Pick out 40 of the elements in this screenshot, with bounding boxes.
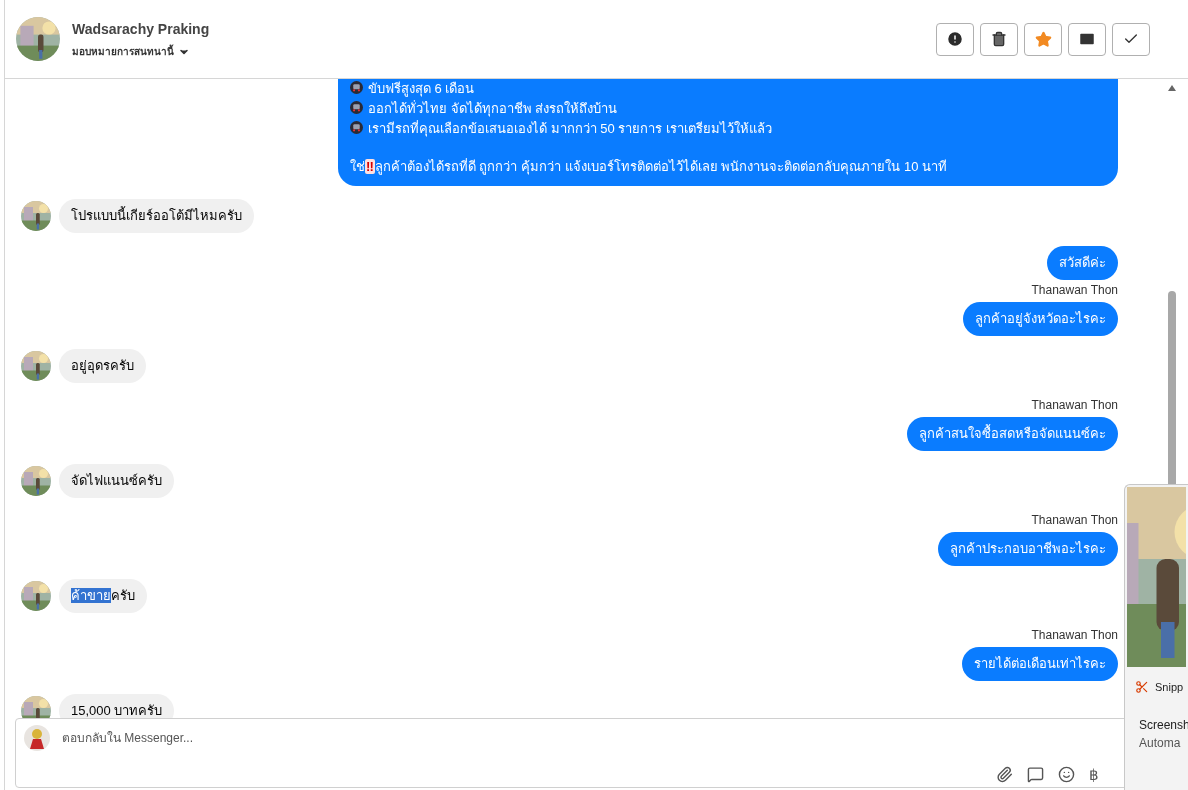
car-icon bbox=[350, 101, 363, 114]
message-line: ออกได้ทั่วไทย จัดได้ทุกอาชีพ ส่งรถให้ถึงบ้าน bbox=[350, 99, 1106, 119]
alert-icon bbox=[946, 30, 964, 48]
report-button[interactable] bbox=[936, 22, 974, 56]
message-text: รายได้ต่อเดือนเท่าไรคะ bbox=[974, 655, 1106, 674]
star-button[interactable] bbox=[1024, 22, 1062, 56]
emoji-icon[interactable] bbox=[1058, 766, 1075, 783]
message-text: จัดไฟแนนซ์ครับ bbox=[71, 472, 162, 491]
message-text: ค้าขายครับ bbox=[71, 587, 135, 606]
star-icon bbox=[1034, 30, 1052, 48]
message-text: ลูกค้าอยู่จังหวัดอะไรคะ bbox=[975, 310, 1106, 329]
sender-name: Thanawan Thon bbox=[1031, 397, 1118, 414]
user-avatar bbox=[24, 725, 50, 751]
message-text: อยู่อุดรครับ bbox=[71, 357, 134, 376]
chat-bubble-icon[interactable] bbox=[1027, 766, 1044, 783]
trash-icon bbox=[991, 31, 1007, 47]
message-text: โปรแบบนี้เกียร์ออโต้มีไหมครับ bbox=[71, 206, 242, 226]
sender-name: Thanawan Thon bbox=[1031, 627, 1118, 644]
message-text: ลูกค้าสนใจซื้อสดหรือจัดแนนซ์คะ bbox=[919, 424, 1106, 444]
trash-button[interactable] bbox=[980, 22, 1018, 56]
scissors-icon bbox=[1135, 680, 1149, 695]
message-line: ใช่‼ลูกค้าต้องได้รถที่ดี ถูกกว่า คุ้มกว่า แจ้งเบอร์โทรติดต่อไว้ได้เลย พนักงานจะติดต่อกลับคุณภายใน 10 นาที bbox=[350, 157, 948, 177]
notification-text: Automa bbox=[1138, 734, 1182, 752]
payment-button[interactable]: ฿ bbox=[1089, 766, 1099, 783]
message-line: ขับฟรีสูงสุด 6 เดือน bbox=[350, 79, 1106, 99]
car-icon bbox=[350, 81, 363, 94]
message-text: 15,000 บาทครับ bbox=[71, 702, 163, 718]
car-icon bbox=[350, 121, 363, 134]
message-text: สวัสดีค่ะ bbox=[1059, 254, 1106, 273]
message-line: เรามีรถที่คุณเลือกข้อเสนอเองได้ มากกว่า 50 รายการ เราเตรียมไว้ให้แล้ว bbox=[350, 119, 1106, 139]
scroll-up-icon bbox=[1168, 85, 1176, 91]
assign-dropdown[interactable]: มอบหมายการสนทนานี้ bbox=[72, 44, 210, 59]
sender-name: Thanawan Thon bbox=[1031, 512, 1118, 529]
message-text: ลูกค้าประกอบอาชีพอะไรคะ bbox=[950, 540, 1106, 559]
attach-icon[interactable] bbox=[996, 766, 1013, 783]
app-name: Snipp bbox=[1155, 680, 1184, 695]
contact-name: Wadsarachy Praking bbox=[72, 20, 210, 39]
mail-button[interactable] bbox=[1068, 22, 1106, 56]
sender-name: Thanawan Thon bbox=[1031, 282, 1118, 299]
reply-field[interactable]: ตอบกลับใน Messenger... bbox=[62, 729, 962, 747]
